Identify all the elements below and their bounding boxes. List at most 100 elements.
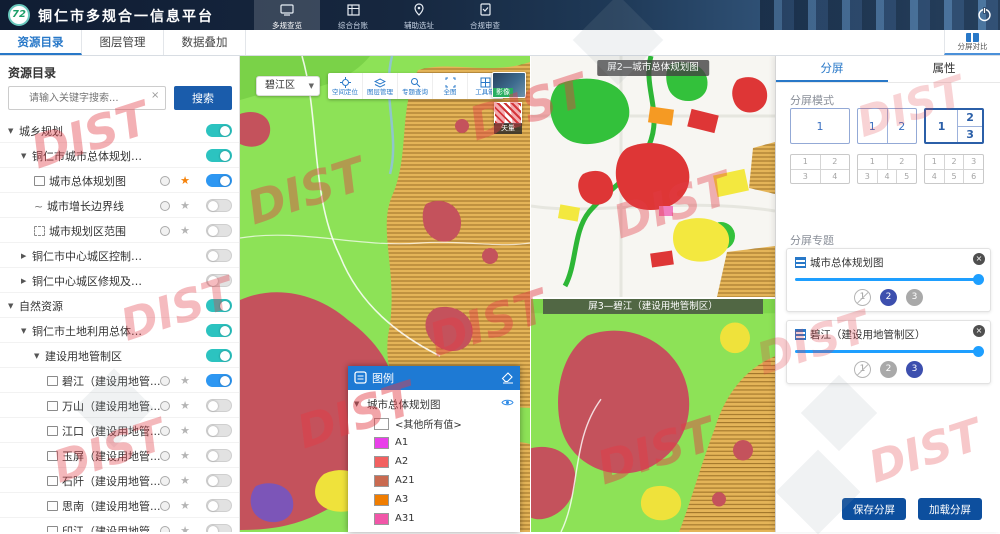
panel-tab-2[interactable]: 属性 — [888, 56, 1000, 82]
caret-down-icon[interactable]: ▼ — [21, 144, 32, 169]
map-tool-2[interactable]: 图层管理 — [363, 73, 398, 99]
split-mode-4[interactable]: 1234 — [790, 154, 850, 184]
visibility-toggle[interactable] — [206, 174, 232, 187]
tree-row-10[interactable]: ▼建设用地管制区 — [0, 343, 240, 368]
tree-row-4[interactable]: ~城市增长边界线★ — [0, 193, 240, 218]
visibility-toggle[interactable] — [206, 199, 232, 212]
nav-item-2[interactable]: 综合台账 — [320, 0, 386, 30]
eraser-icon[interactable] — [501, 369, 514, 388]
load-split-button[interactable]: 加载分屏 — [918, 498, 982, 520]
tree-row-8[interactable]: ▼自然资源 — [0, 293, 240, 318]
search-input[interactable] — [8, 86, 166, 110]
visibility-toggle[interactable] — [206, 474, 232, 487]
map-pane-screen3[interactable]: 屏3—碧江（建设用地管制区） — [531, 299, 775, 532]
split-compare-button[interactable]: 分屏对比 — [944, 30, 1000, 55]
visibility-toggle[interactable] — [206, 299, 232, 312]
screen-assign-1[interactable]: 1 — [854, 289, 871, 306]
tree-row-3[interactable]: 城市总体规划图★ — [0, 168, 240, 193]
favorite-star-icon[interactable]: ★ — [180, 393, 190, 418]
locate-radio[interactable] — [160, 176, 170, 186]
opacity-slider-knob[interactable] — [973, 346, 984, 357]
region-select[interactable]: 碧江区 ▼ — [256, 76, 320, 96]
visibility-toggle[interactable] — [206, 224, 232, 237]
opacity-slider[interactable] — [795, 278, 981, 281]
tree-row-14[interactable]: 玉屏（建设用地管...★ — [0, 443, 240, 468]
favorite-star-icon[interactable]: ★ — [180, 443, 190, 468]
remove-theme-button[interactable]: × — [973, 253, 985, 265]
tree-row-13[interactable]: 江口（建设用地管...★ — [0, 418, 240, 443]
nav-item-1[interactable]: 多规查览 — [254, 0, 320, 30]
tree-row-7[interactable]: ▶铜仁中心城区修规及方案 — [0, 268, 240, 293]
favorite-star-icon[interactable]: ★ — [180, 493, 190, 518]
save-split-button[interactable]: 保存分屏 — [842, 498, 906, 520]
visibility-toggle[interactable] — [206, 424, 232, 437]
map-tool-1[interactable]: 空间定位 — [328, 73, 363, 99]
opacity-slider[interactable] — [795, 350, 981, 353]
visibility-toggle[interactable] — [206, 449, 232, 462]
search-button[interactable]: 搜索 — [174, 86, 232, 110]
favorite-star-icon[interactable]: ★ — [180, 468, 190, 493]
visibility-toggle[interactable] — [206, 149, 232, 162]
visibility-toggle[interactable] — [206, 274, 232, 287]
tree-row-15[interactable]: 石阡（建设用地管...★ — [0, 468, 240, 493]
legend-layer-row[interactable]: ▼ 城市总体规划图 — [354, 394, 514, 414]
tab-3[interactable]: 数据叠加 — [164, 30, 246, 55]
locate-radio[interactable] — [160, 226, 170, 236]
remove-theme-button[interactable]: × — [973, 325, 985, 337]
opacity-slider-knob[interactable] — [973, 274, 984, 285]
visibility-toggle[interactable] — [206, 374, 232, 387]
split-mode-6[interactable]: 123456 — [924, 154, 984, 184]
locate-radio[interactable] — [160, 426, 170, 436]
caret-down-icon[interactable]: ▼ — [34, 344, 45, 369]
visibility-toggle[interactable] — [206, 524, 232, 532]
tree-row-1[interactable]: ▼城乡规划 — [0, 118, 240, 143]
visibility-toggle[interactable] — [206, 399, 232, 412]
split-mode-5[interactable]: 12345 — [857, 154, 917, 184]
tree-row-5[interactable]: 城市规划区范围★ — [0, 218, 240, 243]
map-pane-screen2[interactable]: 屏2—城市总体规划图 — [531, 56, 775, 297]
eye-icon[interactable] — [501, 398, 514, 410]
tree-row-2[interactable]: ▼铜仁市城市总体规划（2013—2030） — [0, 143, 240, 168]
caret-down-icon[interactable]: ▼ — [8, 119, 19, 144]
visibility-toggle[interactable] — [206, 249, 232, 262]
visibility-toggle[interactable] — [206, 324, 232, 337]
tree-row-17[interactable]: 印江（建设用地管...★ — [0, 518, 240, 532]
tree-row-16[interactable]: 思南（建设用地管...★ — [0, 493, 240, 518]
locate-radio[interactable] — [160, 201, 170, 211]
favorite-star-icon[interactable]: ★ — [180, 168, 190, 193]
favorite-star-icon[interactable]: ★ — [180, 518, 190, 532]
tab-1[interactable]: 资源目录 — [0, 30, 82, 55]
basemap-vector-thumb[interactable] — [494, 102, 522, 124]
favorite-star-icon[interactable]: ★ — [180, 368, 190, 393]
favorite-star-icon[interactable]: ★ — [180, 418, 190, 443]
tab-2[interactable]: 图层管理 — [82, 30, 164, 55]
caret-down-icon[interactable]: ▼ — [21, 319, 32, 344]
map-tool-3[interactable]: 专题查询 — [398, 73, 433, 99]
screen-assign-3[interactable]: 3 — [906, 361, 923, 378]
basemap-imagery-thumb[interactable]: 影像 — [492, 72, 526, 98]
visibility-toggle[interactable] — [206, 499, 232, 512]
favorite-star-icon[interactable]: ★ — [180, 218, 190, 243]
screen-assign-3[interactable]: 3 — [906, 289, 923, 306]
nav-item-3[interactable]: 辅助选址 — [386, 0, 452, 30]
locate-radio[interactable] — [160, 451, 170, 461]
visibility-toggle[interactable] — [206, 124, 232, 137]
power-icon[interactable] — [977, 7, 992, 26]
tree-row-9[interactable]: ▼铜仁市土地利用总体规划（2016-2020... — [0, 318, 240, 343]
caret-right-icon[interactable]: ▶ — [21, 269, 32, 294]
locate-radio[interactable] — [160, 501, 170, 511]
split-mode-1[interactable]: 1 — [790, 108, 850, 144]
locate-radio[interactable] — [160, 376, 170, 386]
favorite-star-icon[interactable]: ★ — [180, 193, 190, 218]
tree-row-11[interactable]: 碧江（建设用地管...★ — [0, 368, 240, 393]
locate-radio[interactable] — [160, 476, 170, 486]
split-mode-2[interactable]: 12 — [857, 108, 917, 144]
tree-row-6[interactable]: ▶铜仁市中心城区控制性详细规划 — [0, 243, 240, 268]
screen-assign-2[interactable]: 2 — [880, 289, 897, 306]
clear-search-icon[interactable]: × — [151, 91, 159, 101]
screen-assign-1[interactable]: 1 — [854, 361, 871, 378]
locate-radio[interactable] — [160, 526, 170, 532]
caret-right-icon[interactable]: ▶ — [21, 244, 32, 269]
map-tool-4[interactable]: 全图 — [433, 73, 468, 99]
screen-assign-2[interactable]: 2 — [880, 361, 897, 378]
